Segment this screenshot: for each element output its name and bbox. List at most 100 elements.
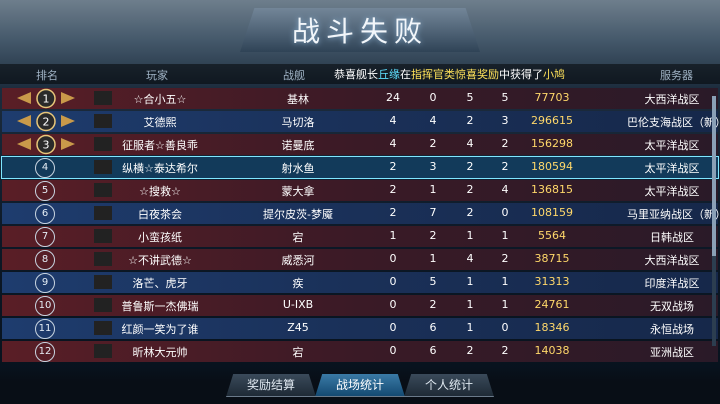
- stat-3: 1: [466, 229, 474, 242]
- stat-3: 1: [466, 321, 474, 334]
- rank-number: 2: [43, 116, 50, 129]
- table-row[interactable]: 2 艾德熙 马切洛 4 4 2 3 296615 巴伦支海战区（新）: [2, 111, 720, 132]
- rank-number: 9: [35, 273, 55, 293]
- stat-4: 0: [501, 321, 509, 334]
- stat-3: 2: [466, 114, 474, 127]
- rank-number: 1: [43, 93, 50, 106]
- col-ship: 战舰: [283, 69, 305, 82]
- rank-medal-icon: 3: [17, 134, 75, 155]
- ship-name: 射水鱼: [281, 162, 315, 175]
- table-row[interactable]: 6 白夜茶会 提尔皮茨-梦魇 2 7 2 0 108159 马里亚纳战区（新）: [2, 203, 720, 224]
- stat-4: 1: [501, 298, 509, 311]
- stat-1: 4: [389, 114, 397, 127]
- stat-3: 2: [466, 206, 474, 219]
- scrollbar-thumb[interactable]: [712, 96, 716, 256]
- rank-number: 7: [35, 227, 55, 247]
- stat-4: 2: [501, 252, 509, 265]
- rank-number: 10: [35, 296, 55, 316]
- score: 38715: [534, 252, 570, 265]
- stat-2: 1: [429, 252, 437, 265]
- stat-3: 5: [466, 91, 474, 104]
- player-name: 红颜一笑为了谁: [121, 323, 199, 336]
- ship-name: 宕: [292, 231, 304, 244]
- ship-name: 蒙大拿: [281, 185, 315, 198]
- col-server: 服务器: [660, 69, 693, 82]
- server-name: 太平洋战区: [644, 162, 700, 175]
- table-row[interactable]: 5 ☆搜救☆ 蒙大拿 2 1 2 4 136815 太平洋战区: [2, 180, 718, 201]
- table-row[interactable]: 3 征服者☆善良乖 诺曼底 4 2 4 2 156298 太平洋战区: [2, 134, 718, 155]
- ship-name: U-IXB: [282, 298, 314, 311]
- banner-pre: 恭喜舰长: [334, 68, 378, 81]
- reward-banner: 恭喜舰长丘缘在指挥官类惊喜奖励中获得了小鸠: [334, 66, 565, 82]
- stat-2: 6: [429, 321, 437, 334]
- stat-4: 2: [501, 137, 509, 150]
- tab-reward-settlement[interactable]: 奖励结算: [226, 374, 316, 397]
- player-name: ☆搜救☆: [139, 185, 181, 198]
- stat-3: 2: [466, 344, 474, 357]
- stat-4: 0: [501, 206, 509, 219]
- stat-2: 4: [429, 114, 437, 127]
- stat-1: 2: [389, 183, 397, 196]
- stat-4: 4: [501, 183, 509, 196]
- server-name: 日韩战区: [650, 231, 694, 244]
- player-name: 征服者☆善良乖: [122, 139, 198, 152]
- rank-number: 4: [35, 158, 55, 178]
- score: 296615: [531, 114, 573, 127]
- stat-4: 2: [501, 160, 509, 173]
- stat-3: 4: [466, 252, 474, 265]
- stat-3: 1: [466, 298, 474, 311]
- rank-number: 11: [35, 319, 55, 339]
- table-row[interactable]: 7 小蛮孩纸 宕 1 2 1 1 5564 日韩战区: [2, 226, 718, 247]
- score: 24761: [534, 298, 570, 311]
- player-name: 小蛮孩纸: [138, 231, 182, 244]
- server-name: 巴伦支海战区（新）: [627, 116, 720, 129]
- banner-post: 中获得了: [499, 68, 543, 81]
- player-name: 洛芒、虎牙: [132, 277, 188, 290]
- stat-1: 24: [386, 91, 400, 104]
- table-row[interactable]: 8 ☆不讲武德☆ 威悉河 0 1 4 2 38715 大西洋战区: [2, 249, 718, 270]
- table-row[interactable]: 9 洛芒、虎牙 疾 0 5 1 1 31313 印度洋战区: [2, 272, 718, 293]
- score: 18346: [534, 321, 570, 334]
- col-player: 玩家: [146, 69, 168, 82]
- ship-name: 基林: [287, 93, 309, 106]
- stat-3: 2: [466, 160, 474, 173]
- player-name: 白夜茶会: [138, 208, 182, 221]
- col-rank: 排名: [36, 69, 58, 82]
- server-name: 印度洋战区: [644, 277, 700, 290]
- server-name: 大西洋战区: [644, 93, 700, 106]
- server-name: 亚洲战区: [650, 346, 694, 359]
- banner-mid: 在: [400, 68, 411, 81]
- player-name: ☆合小五☆: [133, 93, 187, 106]
- tab-personal-stats[interactable]: 个人统计: [404, 374, 494, 397]
- scrollbar[interactable]: [712, 96, 716, 346]
- rank-medal-icon: 1: [17, 88, 75, 109]
- server-name: 太平洋战区: [644, 139, 700, 152]
- banner-player: 丘缘: [378, 68, 400, 81]
- stat-1: 1: [389, 229, 397, 242]
- stat-1: 0: [389, 275, 397, 288]
- table-row[interactable]: 10 普鲁斯一杰佛瑞 U-IXB 0 2 1 1 24761 无双战场: [2, 295, 718, 316]
- score: 136815: [531, 183, 573, 196]
- tab-battlefield-stats[interactable]: 战场统计: [315, 374, 405, 397]
- server-name: 马里亚纳战区（新）: [627, 208, 720, 221]
- table-row[interactable]: 4 纵横☆泰达希尔 射水鱼 2 3 2 2 180594 太平洋战区: [1, 156, 719, 179]
- stat-2: 1: [429, 183, 437, 196]
- server-name: 无双战场: [650, 300, 694, 313]
- table-row[interactable]: 11 红颜一笑为了谁 Z45 0 6 1 0 18346 永恒战场: [2, 318, 718, 339]
- stat-1: 4: [389, 137, 397, 150]
- table-row[interactable]: 1 ☆合小五☆ 基林 24 0 5 5 77703 大西洋战区: [2, 88, 718, 109]
- score: 14038: [534, 344, 570, 357]
- stat-1: 0: [389, 344, 397, 357]
- stat-1: 0: [389, 298, 397, 311]
- ship-name: 宕: [292, 346, 304, 359]
- banner-event: 指挥官类惊喜奖励: [411, 68, 499, 81]
- score: 156298: [531, 137, 573, 150]
- stat-4: 1: [501, 229, 509, 242]
- player-name: ☆不讲武德☆: [128, 254, 192, 267]
- stat-2: 0: [429, 91, 437, 104]
- table-row[interactable]: 12 昕林大元帅 宕 0 6 2 2 14038 亚洲战区: [2, 341, 718, 362]
- rank-number: 6: [35, 204, 55, 224]
- stat-3: 4: [466, 137, 474, 150]
- stat-2: 6: [429, 344, 437, 357]
- stat-2: 2: [429, 298, 437, 311]
